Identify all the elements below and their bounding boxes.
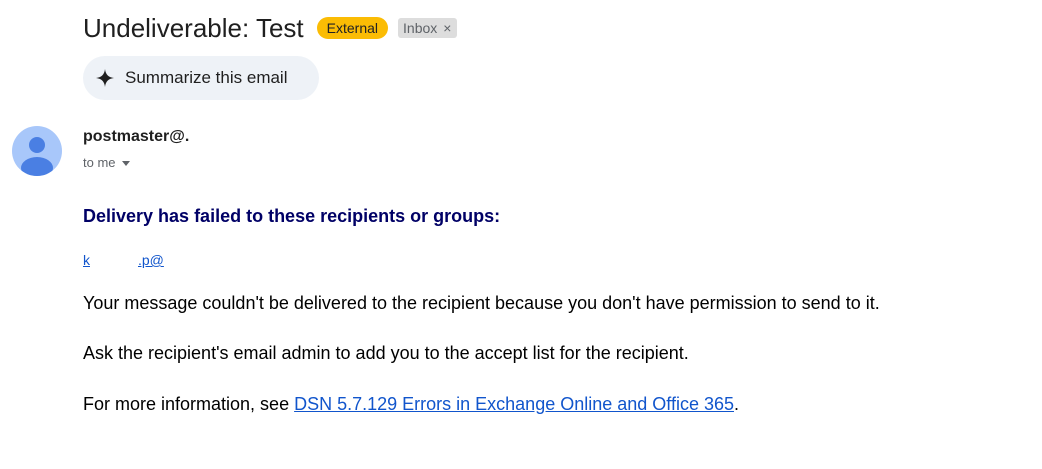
- body-paragraph-more-info: For more information, see DSN 5.7.129 Er…: [83, 394, 739, 415]
- to-label: to me: [83, 155, 116, 170]
- sparkle-icon: [96, 69, 114, 87]
- close-icon[interactable]: ×: [443, 18, 451, 38]
- more-info-suffix: .: [734, 394, 740, 414]
- more-info-prefix: For more information, see: [83, 394, 295, 414]
- body-paragraph-accept-list: Ask the recipient's email admin to add y…: [83, 343, 689, 363]
- recipient-details-toggle[interactable]: to me: [83, 155, 130, 170]
- email-view: Undeliverable: Test External Inbox × Sum…: [0, 0, 1042, 469]
- summarize-label: Summarize this email: [125, 68, 288, 87]
- dsn-help-link[interactable]: DSN 5.7.129 Errors in Exchange Online an…: [294, 394, 734, 414]
- body-paragraph-permission: Your message couldn't be delivered to th…: [83, 293, 880, 313]
- summarize-email-button[interactable]: Summarize this email: [83, 56, 319, 100]
- recipient-link-part2[interactable]: .p@: [138, 252, 164, 268]
- recipient-link-part1[interactable]: k: [83, 252, 90, 268]
- delivery-failed-heading: Delivery has failed to these recipients …: [83, 206, 501, 226]
- sender-address[interactable]: postmaster@.: [83, 128, 189, 146]
- caret-down-icon[interactable]: [121, 161, 130, 166]
- inbox-label[interactable]: Inbox ×: [398, 18, 458, 38]
- email-subject: Undeliverable: Test: [83, 13, 304, 43]
- subject-row: Undeliverable: Test External Inbox ×: [83, 12, 458, 44]
- failed-recipients: k .p@: [83, 252, 164, 268]
- external-label: External: [316, 17, 389, 39]
- inbox-label-text: Inbox: [403, 20, 438, 36]
- person-avatar-icon[interactable]: [12, 126, 62, 176]
